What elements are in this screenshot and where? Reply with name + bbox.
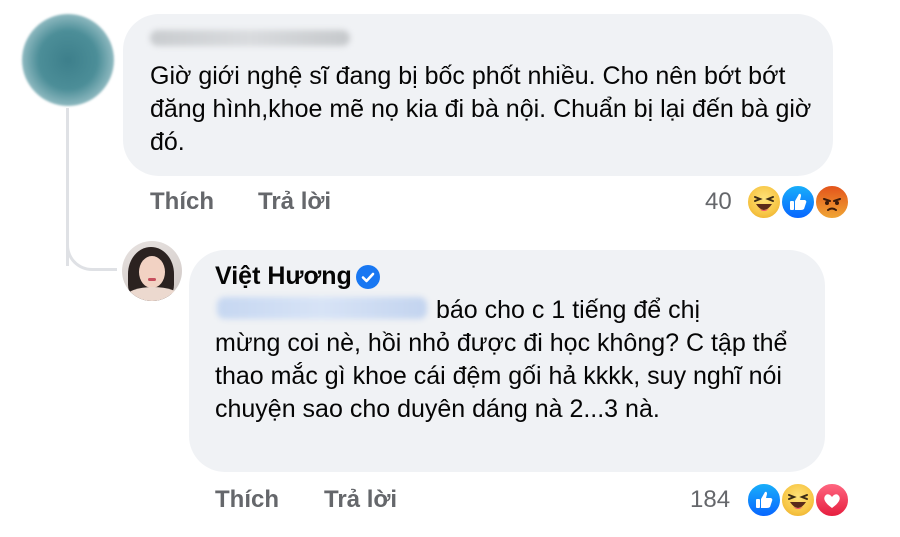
mention-blurred[interactable] xyxy=(217,297,427,319)
like-button-2[interactable]: Thích xyxy=(215,486,279,514)
comment-text-1: Giờ giới nghệ sĩ đang bị bốc phốt nhiều.… xyxy=(150,62,812,156)
avatar-lips xyxy=(148,278,156,281)
like-icon[interactable] xyxy=(780,184,816,220)
reply-button-1[interactable]: Trả lời xyxy=(258,188,331,216)
comment-text-2: mừng coi nè, hồi nhỏ được đi học không? … xyxy=(215,329,788,423)
like-icon[interactable] xyxy=(746,482,782,518)
reply-connector xyxy=(66,222,117,271)
verified-badge-icon xyxy=(356,265,380,289)
angry-icon[interactable] xyxy=(814,184,850,220)
laugh-icon[interactable] xyxy=(746,184,782,220)
reply-button-2[interactable]: Trả lời xyxy=(324,486,397,514)
comment-text-2-first-line: báo cho c 1 tiếng để chị xyxy=(436,296,701,324)
avatar-shoulder xyxy=(126,287,180,301)
laugh-icon[interactable] xyxy=(780,482,816,518)
love-icon[interactable] xyxy=(814,482,850,518)
author-name[interactable]: Việt Hương xyxy=(215,262,352,291)
reaction-count-2[interactable]: 184 xyxy=(690,486,730,514)
like-button-1[interactable]: Thích xyxy=(150,188,214,216)
avatar[interactable] xyxy=(122,241,182,301)
author-name-blurred[interactable] xyxy=(150,30,350,46)
reaction-count-1[interactable]: 40 xyxy=(705,188,732,216)
avatar-face xyxy=(139,256,165,288)
avatar-blurred[interactable] xyxy=(22,14,114,106)
